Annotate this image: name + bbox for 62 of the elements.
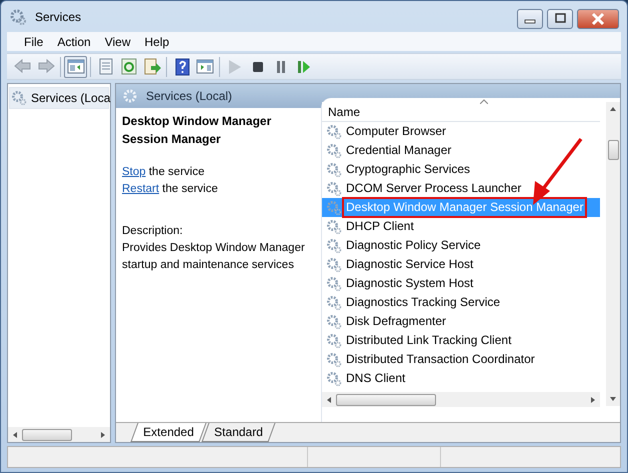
vertical-scrollbar[interactable] (606, 102, 620, 406)
close-button[interactable] (577, 9, 619, 29)
description-text: Provides Desktop Window Manager startup and maintenance services (122, 240, 306, 273)
gear-icon (326, 314, 342, 330)
maximize-button[interactable] (547, 9, 573, 29)
scrollbar-thumb[interactable] (336, 394, 436, 406)
action-text: Restart the service (122, 182, 219, 198)
gear-icon (326, 124, 342, 140)
tree-pane-button[interactable] (64, 56, 87, 78)
gear-icon (326, 294, 342, 310)
service-row[interactable]: Disk Defragmenter (342, 311, 450, 332)
gear-icon (122, 88, 138, 104)
scrollbar-thumb[interactable] (608, 140, 618, 160)
action-text: Stop the service (122, 165, 206, 180)
service-row[interactable]: Computer Browser (342, 121, 450, 142)
menu-item[interactable]: Action (50, 32, 98, 50)
service-title: Desktop Window Manager Session Manager (122, 113, 272, 148)
horizontal-scrollbar[interactable] (322, 392, 600, 407)
gear-icon (326, 332, 342, 348)
service-row[interactable]: Diagnostics Tracking Service (342, 292, 504, 313)
export-icon (142, 56, 162, 76)
service-row[interactable]: Cryptographic Services (342, 159, 474, 180)
window-title: Services (35, 8, 82, 26)
pane-icon (194, 56, 214, 76)
gear-icon (326, 180, 342, 196)
service-row[interactable]: DNS Client (342, 368, 410, 389)
link[interactable]: Stop (122, 166, 146, 178)
gear-icon (326, 218, 342, 234)
service-row[interactable]: Diagnostic System Host (342, 273, 478, 294)
service-row[interactable]: DCOM Server Process Launcher (342, 178, 526, 199)
link[interactable]: Restart (122, 183, 160, 196)
column-header[interactable]: Name (322, 102, 600, 122)
gear-icon (326, 200, 342, 216)
gear-icon (326, 352, 342, 368)
app-icon (9, 8, 27, 26)
gear-icon (326, 256, 342, 272)
service-row[interactable]: Credential Manager (342, 140, 456, 161)
gear-icon (326, 276, 342, 292)
menu-item[interactable]: File (17, 32, 50, 50)
minimize-icon (524, 18, 536, 24)
tree-pane-icon (66, 56, 86, 76)
tab[interactable]: Standard (201, 423, 275, 442)
pane-title: Services (Local) (146, 88, 232, 105)
service-row[interactable]: DHCP Client (342, 216, 418, 237)
service-row[interactable]: Diagnostic Policy Service (342, 235, 485, 256)
gear-icon (326, 370, 342, 386)
tree-item[interactable]: Services (Loca (9, 87, 109, 109)
refresh-icon (118, 56, 138, 76)
gear-icon (326, 142, 342, 158)
menu-item[interactable]: View (98, 32, 138, 50)
menu-item[interactable]: Help (138, 32, 176, 50)
horizontal-scrollbar[interactable] (8, 427, 110, 442)
gear-icon (326, 162, 342, 178)
service-row[interactable]: Distributed Transaction Coordinator (342, 349, 539, 370)
minimize-button[interactable] (517, 9, 543, 29)
service-row[interactable]: Diagnostic Service Host (342, 254, 478, 275)
tab[interactable]: Extended (130, 423, 206, 442)
service-row[interactable]: Distributed Link Tracking Client (342, 330, 516, 351)
scrollbar-thumb[interactable] (22, 428, 72, 440)
gear-icon (11, 90, 27, 106)
gear-icon (326, 238, 342, 254)
description-label: Description: (122, 224, 184, 238)
